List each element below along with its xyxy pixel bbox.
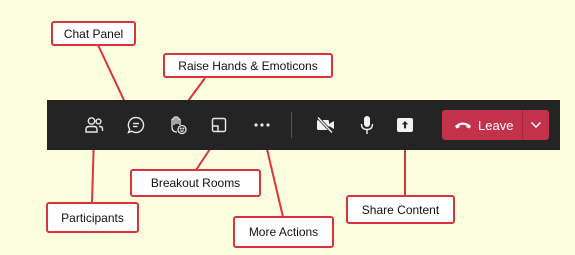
camera-off-icon <box>316 116 334 134</box>
camera-toggle-button[interactable] <box>313 100 339 150</box>
raise-hand-button[interactable] <box>165 100 191 150</box>
callout-chat-panel: Chat Panel <box>51 21 136 46</box>
chat-button[interactable] <box>123 100 149 150</box>
participants-icon <box>85 117 104 133</box>
more-actions-button[interactable] <box>249 100 275 150</box>
microphone-button[interactable] <box>354 100 380 150</box>
participants-button[interactable] <box>81 100 107 150</box>
breakout-rooms-icon <box>211 117 227 133</box>
chat-icon <box>127 116 145 134</box>
callout-breakout-rooms: Breakout Rooms <box>130 169 261 197</box>
leave-label: Leave <box>478 117 514 133</box>
toolbar-divider <box>291 112 292 138</box>
meeting-toolbar: Leave <box>47 100 560 150</box>
callout-more-actions: More Actions <box>233 216 334 248</box>
hang-up-icon <box>455 122 471 129</box>
leave-button[interactable]: Leave <box>442 110 522 140</box>
microphone-icon <box>360 116 374 134</box>
callout-participants: Participants <box>46 202 139 233</box>
leave-button-group: Leave <box>442 110 549 140</box>
share-content-button[interactable] <box>393 100 417 150</box>
breakout-rooms-button[interactable] <box>206 100 232 150</box>
leave-options-dropdown[interactable] <box>523 110 549 140</box>
share-content-icon <box>397 118 413 132</box>
more-actions-icon <box>254 123 270 127</box>
callout-raise-hands: Raise Hands & Emoticons <box>163 53 333 78</box>
raise-hand-icon <box>171 116 187 135</box>
chevron-down-icon <box>530 121 542 129</box>
callout-share-content: Share Content <box>346 195 455 224</box>
